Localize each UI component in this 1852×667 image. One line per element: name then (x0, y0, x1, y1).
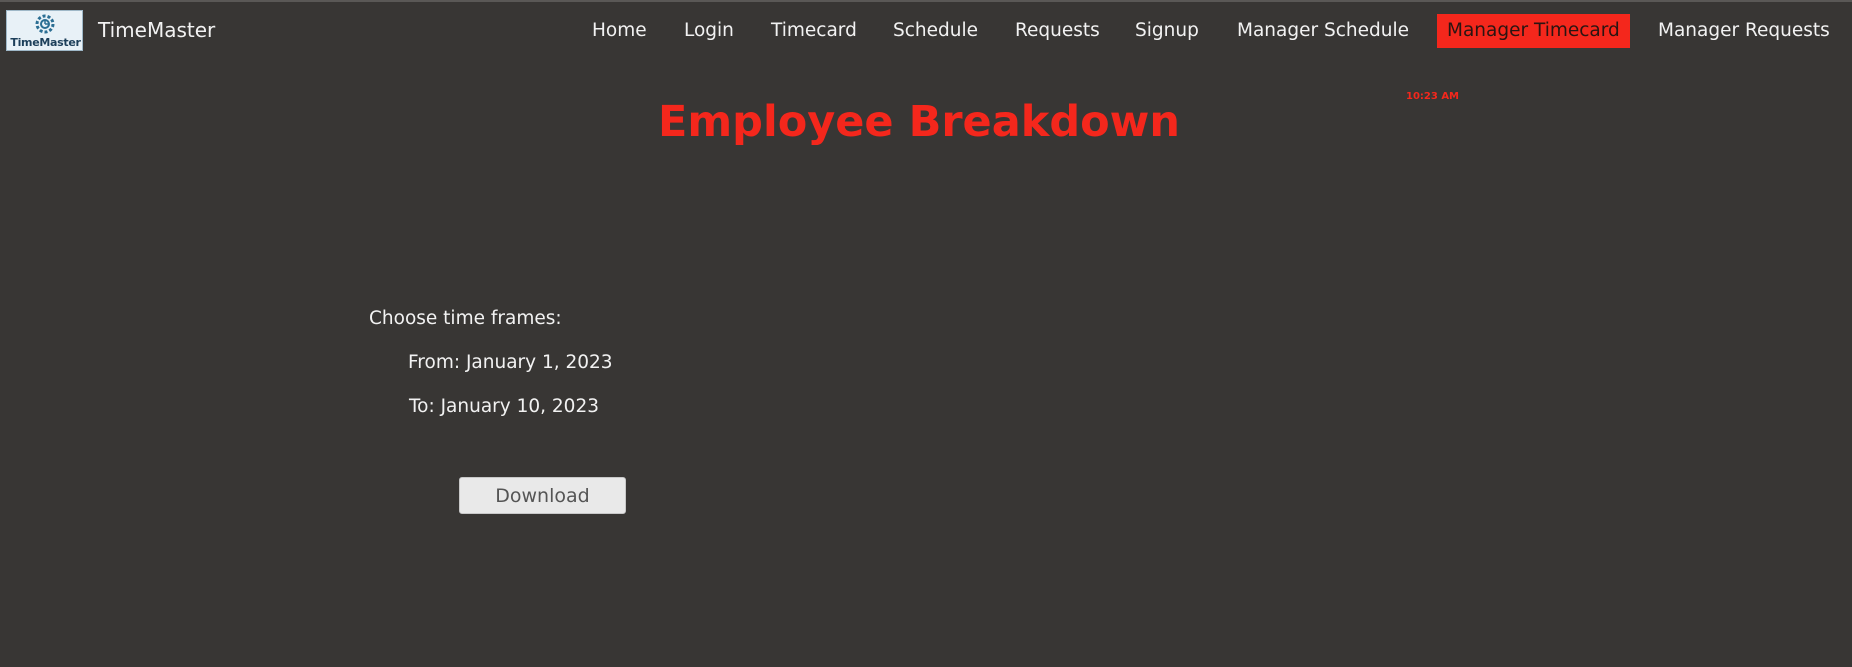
logo-text: TimeMaster (10, 36, 81, 49)
nav-login[interactable]: Login (684, 14, 734, 48)
nav-signup[interactable]: Signup (1135, 14, 1199, 48)
page-title: Employee Breakdown (658, 97, 1180, 147)
nav-timecard[interactable]: Timecard (771, 14, 857, 48)
nav-manager-schedule[interactable]: Manager Schedule (1237, 14, 1409, 48)
from-date: From: January 1, 2023 (408, 352, 613, 373)
nav-requests[interactable]: Requests (1015, 14, 1100, 48)
download-button[interactable]: Download (459, 477, 626, 514)
top-navbar: TimeMaster TimeMaster Home Login Timecar… (0, 2, 1852, 56)
nav-schedule[interactable]: Schedule (893, 14, 978, 48)
to-date: To: January 10, 2023 (409, 396, 599, 417)
app-brand-name[interactable]: TimeMaster (98, 18, 215, 42)
nav-manager-requests[interactable]: Manager Requests (1658, 14, 1830, 48)
nav-home[interactable]: Home (592, 14, 647, 48)
app-logo[interactable]: TimeMaster (6, 10, 83, 51)
nav-manager-timecard[interactable]: Manager Timecard (1437, 14, 1630, 48)
timeframe-prompt: Choose time frames: (369, 308, 562, 329)
